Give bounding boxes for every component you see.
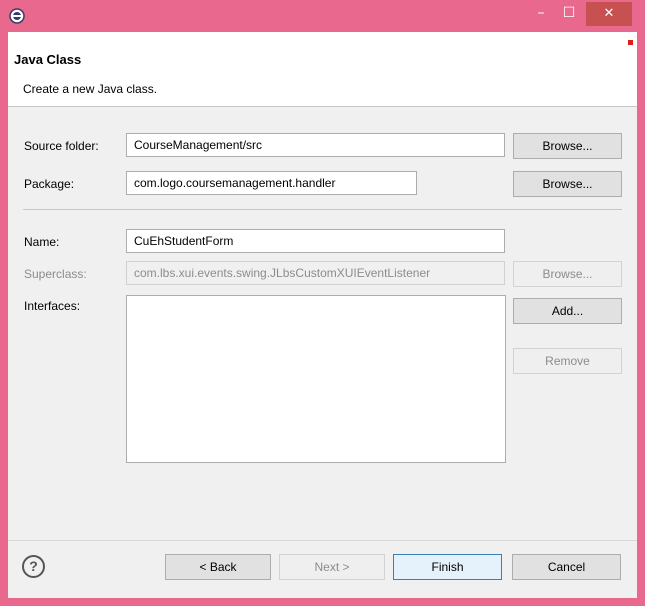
interfaces-label: Interfaces: (24, 299, 81, 313)
interfaces-list[interactable] (126, 295, 506, 463)
wizard-header: Java Class Create a new Java class. (8, 32, 637, 107)
source-folder-input[interactable]: CourseManagement/src (126, 133, 505, 157)
package-browse-button[interactable]: Browse... (513, 171, 622, 197)
minimize-button[interactable]: – (528, 2, 554, 26)
superclass-input: com.lbs.xui.events.swing.JLbsCustomXUIEv… (126, 261, 505, 285)
help-icon[interactable]: ? (22, 555, 45, 578)
footer-separator (8, 540, 637, 541)
back-button[interactable]: < Back (165, 554, 271, 580)
superclass-browse-button: Browse... (513, 261, 622, 287)
finish-button[interactable]: Finish (393, 554, 502, 580)
separator (23, 209, 622, 210)
package-input[interactable]: com.logo.coursemanagement.handler (126, 171, 417, 195)
name-label: Name: (24, 235, 60, 249)
source-folder-browse-button[interactable]: Browse... (513, 133, 622, 159)
add-interface-button[interactable]: Add... (513, 298, 622, 324)
remove-interface-button: Remove (513, 348, 622, 374)
error-marker (628, 40, 633, 45)
title-bar: – ☐ ✕ (0, 0, 645, 32)
name-input[interactable]: CuEhStudentForm (126, 229, 505, 253)
eclipse-app-icon (9, 8, 25, 24)
superclass-label: Superclass: (24, 267, 87, 281)
dialog-window: – ☐ ✕ Java Class Create a new Java class… (0, 0, 645, 606)
source-folder-label: Source folder: (24, 139, 99, 153)
next-button: Next > (279, 554, 385, 580)
dialog-client-area: Java Class Create a new Java class. Sour… (8, 32, 637, 598)
page-description: Create a new Java class. (23, 82, 158, 96)
close-button[interactable]: ✕ (586, 2, 632, 26)
package-label: Package: (24, 177, 75, 191)
cancel-button[interactable]: Cancel (512, 554, 621, 580)
maximize-button[interactable]: ☐ (556, 2, 582, 26)
page-title: Java Class (14, 52, 82, 67)
